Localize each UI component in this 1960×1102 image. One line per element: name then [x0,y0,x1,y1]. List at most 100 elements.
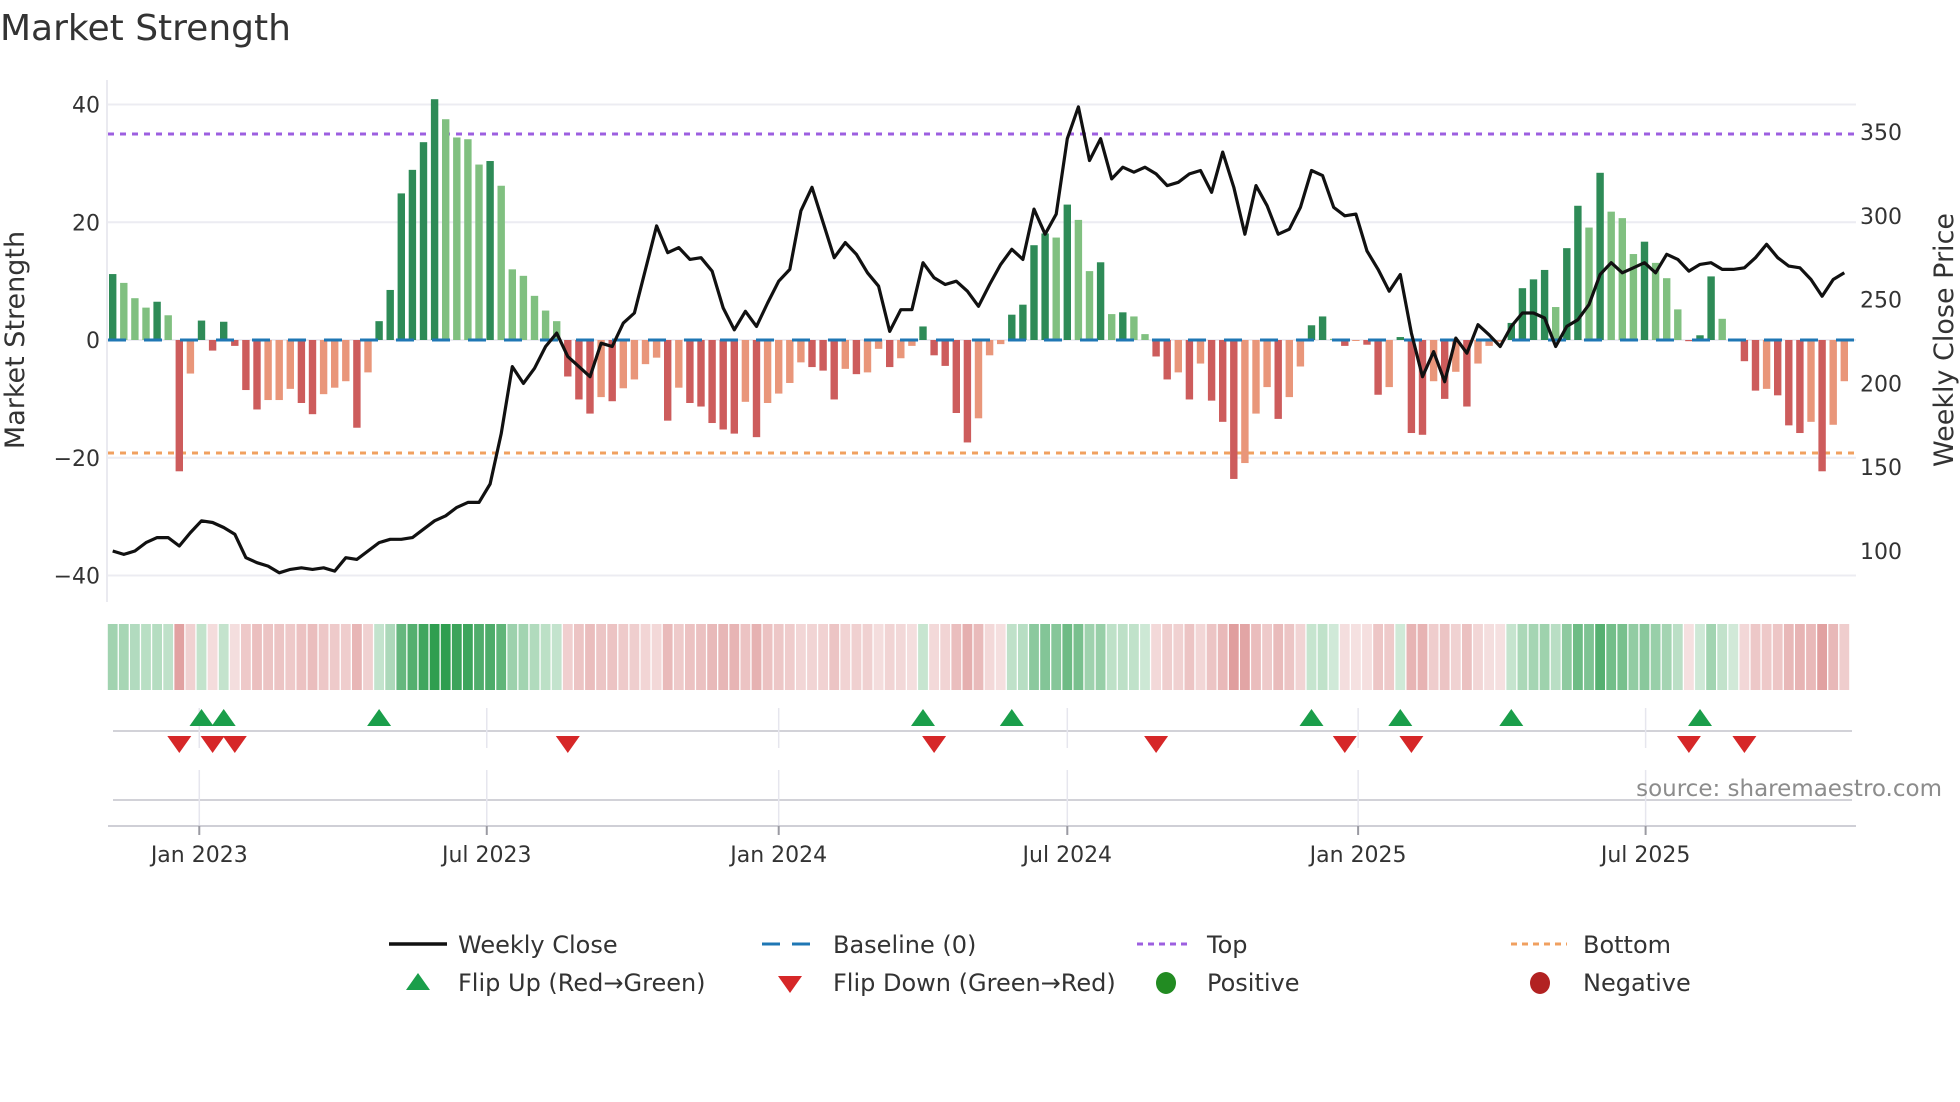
strength-bar-positive [1130,316,1138,340]
strength-bar-positive [1596,172,1604,340]
strength-bar-positive [1085,271,1094,340]
heatmap-cell-negative [862,624,873,690]
y2-tick-label: 150 [1860,456,1902,481]
heatmap-cell-negative [1739,624,1750,690]
strength-bar-negative [1762,340,1771,389]
legend-label: Flip Up (Red→Green) [458,969,706,997]
heatmap-cell-positive [1706,624,1716,690]
strength-bar-negative [963,340,972,443]
heatmap-cell-positive [507,624,518,690]
strength-bar-positive [109,274,117,340]
heatmap-cell-positive [1517,624,1528,690]
strength-bar-negative [830,340,838,400]
strength-bar-negative [1196,340,1205,364]
strength-bar-positive [919,326,927,340]
heatmap-cell-negative [829,624,840,690]
heatmap-cell-negative [851,624,862,690]
heatmap-cell-positive [163,624,174,690]
heatmap-cell-positive [1095,624,1106,690]
strength-bar-negative [930,340,938,356]
strength-bar-negative [997,340,1005,345]
strength-bar-negative [186,340,195,374]
strength-bar-positive [164,315,172,340]
heatmap-cell-negative [1228,624,1239,690]
strength-bar-negative [1352,340,1360,341]
heatmap-cell-positive [1639,624,1650,690]
heatmap-cell-positive [551,624,562,690]
legend-item-positive: Positive [1156,969,1300,997]
heatmap-cell-negative [629,624,640,690]
legend-item-flip-down: Flip Down (Green→Red) [778,969,1116,997]
heatmap-cell-negative [1251,624,1261,690]
heatmap-cell-negative [973,624,984,690]
legend-item-bottom: Bottom [1511,931,1671,959]
strength-bar-negative [897,340,905,359]
heatmap-cell-negative [818,624,828,690]
strength-bar-negative [974,340,983,419]
strength-bar-negative [1241,340,1249,464]
heatmap-cell-negative [1262,624,1272,690]
strength-bar-positive [1096,262,1105,340]
heatmap-cell-positive [1550,624,1561,690]
strength-heatmap-strip [107,624,1850,690]
heatmap-cell-positive [1018,624,1028,690]
x-tick-label: Jan 2025 [1308,843,1407,868]
flip-down-marker [1144,736,1169,753]
strength-bar-negative [1407,340,1416,434]
strength-bar-negative [941,340,949,366]
strength-bar-negative [242,340,250,391]
strength-bar-positive [120,282,128,340]
heatmap-cell-positive [1717,624,1728,690]
y-axis-label: Market Strength [0,231,31,449]
heatmap-cell-negative [1817,624,1827,690]
strength-bar-negative [275,340,283,401]
heatmap-cell-negative [729,624,740,690]
heatmap-cell-positive [1617,624,1628,690]
x-tick-label: Jul 2025 [1599,843,1691,868]
strength-bar-negative [730,340,738,434]
strength-bar-positive [1030,245,1038,340]
strength-bar-negative [1252,340,1260,414]
heatmap-cell-negative [1795,624,1805,690]
heatmap-cell-negative [907,624,917,690]
heatmap-cell-negative [1783,624,1794,690]
strength-bar-positive [1540,269,1549,340]
strength-bar-positive [1718,318,1726,340]
heatmap-cell-positive [1129,624,1139,690]
y-tick-label: −20 [54,447,100,472]
strength-bar-negative [886,340,894,368]
strength-bar-negative [1740,340,1749,362]
heatmap-cell-negative [1462,624,1472,690]
heatmap-cell-negative [1173,624,1184,690]
heatmap-cell-negative [884,624,895,690]
strength-bar-positive [1552,307,1560,340]
strength-bar-negative [808,340,816,368]
strength-bar-negative [253,340,261,410]
heatmap-cell-negative [585,624,595,690]
strength-bar-positive [1651,262,1660,340]
legend-item-negative: Negative [1530,969,1691,997]
heatmap-cell-positive [407,624,418,690]
flip-up-marker [189,709,214,726]
strength-bar-negative [686,340,694,403]
flip-down-marker [222,736,247,753]
heatmap-cell-negative [1417,624,1428,690]
flip-up-marker [1499,709,1524,726]
legend-item-weekly-close: Weekly Close [389,931,618,959]
heatmap-cell-negative [895,624,906,690]
strength-bar-negative [1185,340,1194,400]
heatmap-cell-negative [1373,624,1383,690]
strength-bar-negative [1751,340,1760,391]
strength-bar-negative [331,340,339,388]
heatmap-cell-positive [1650,624,1661,690]
strength-bar-positive [464,139,472,340]
heatmap-cell-negative [1339,624,1350,690]
heatmap-cell-negative [751,624,762,690]
x-axis: Jan 2023 Jul 2023 Jan 2024 Jul 2024 Jan 2025… [108,825,1856,868]
y2-tick-label: 100 [1860,540,1902,565]
heatmap-cell-positive [1595,624,1605,690]
strength-bar-negative [1785,340,1793,426]
strength-bar-positive [1008,314,1016,340]
heatmap-cell-positive [130,624,140,690]
strength-bar-negative [364,340,372,373]
